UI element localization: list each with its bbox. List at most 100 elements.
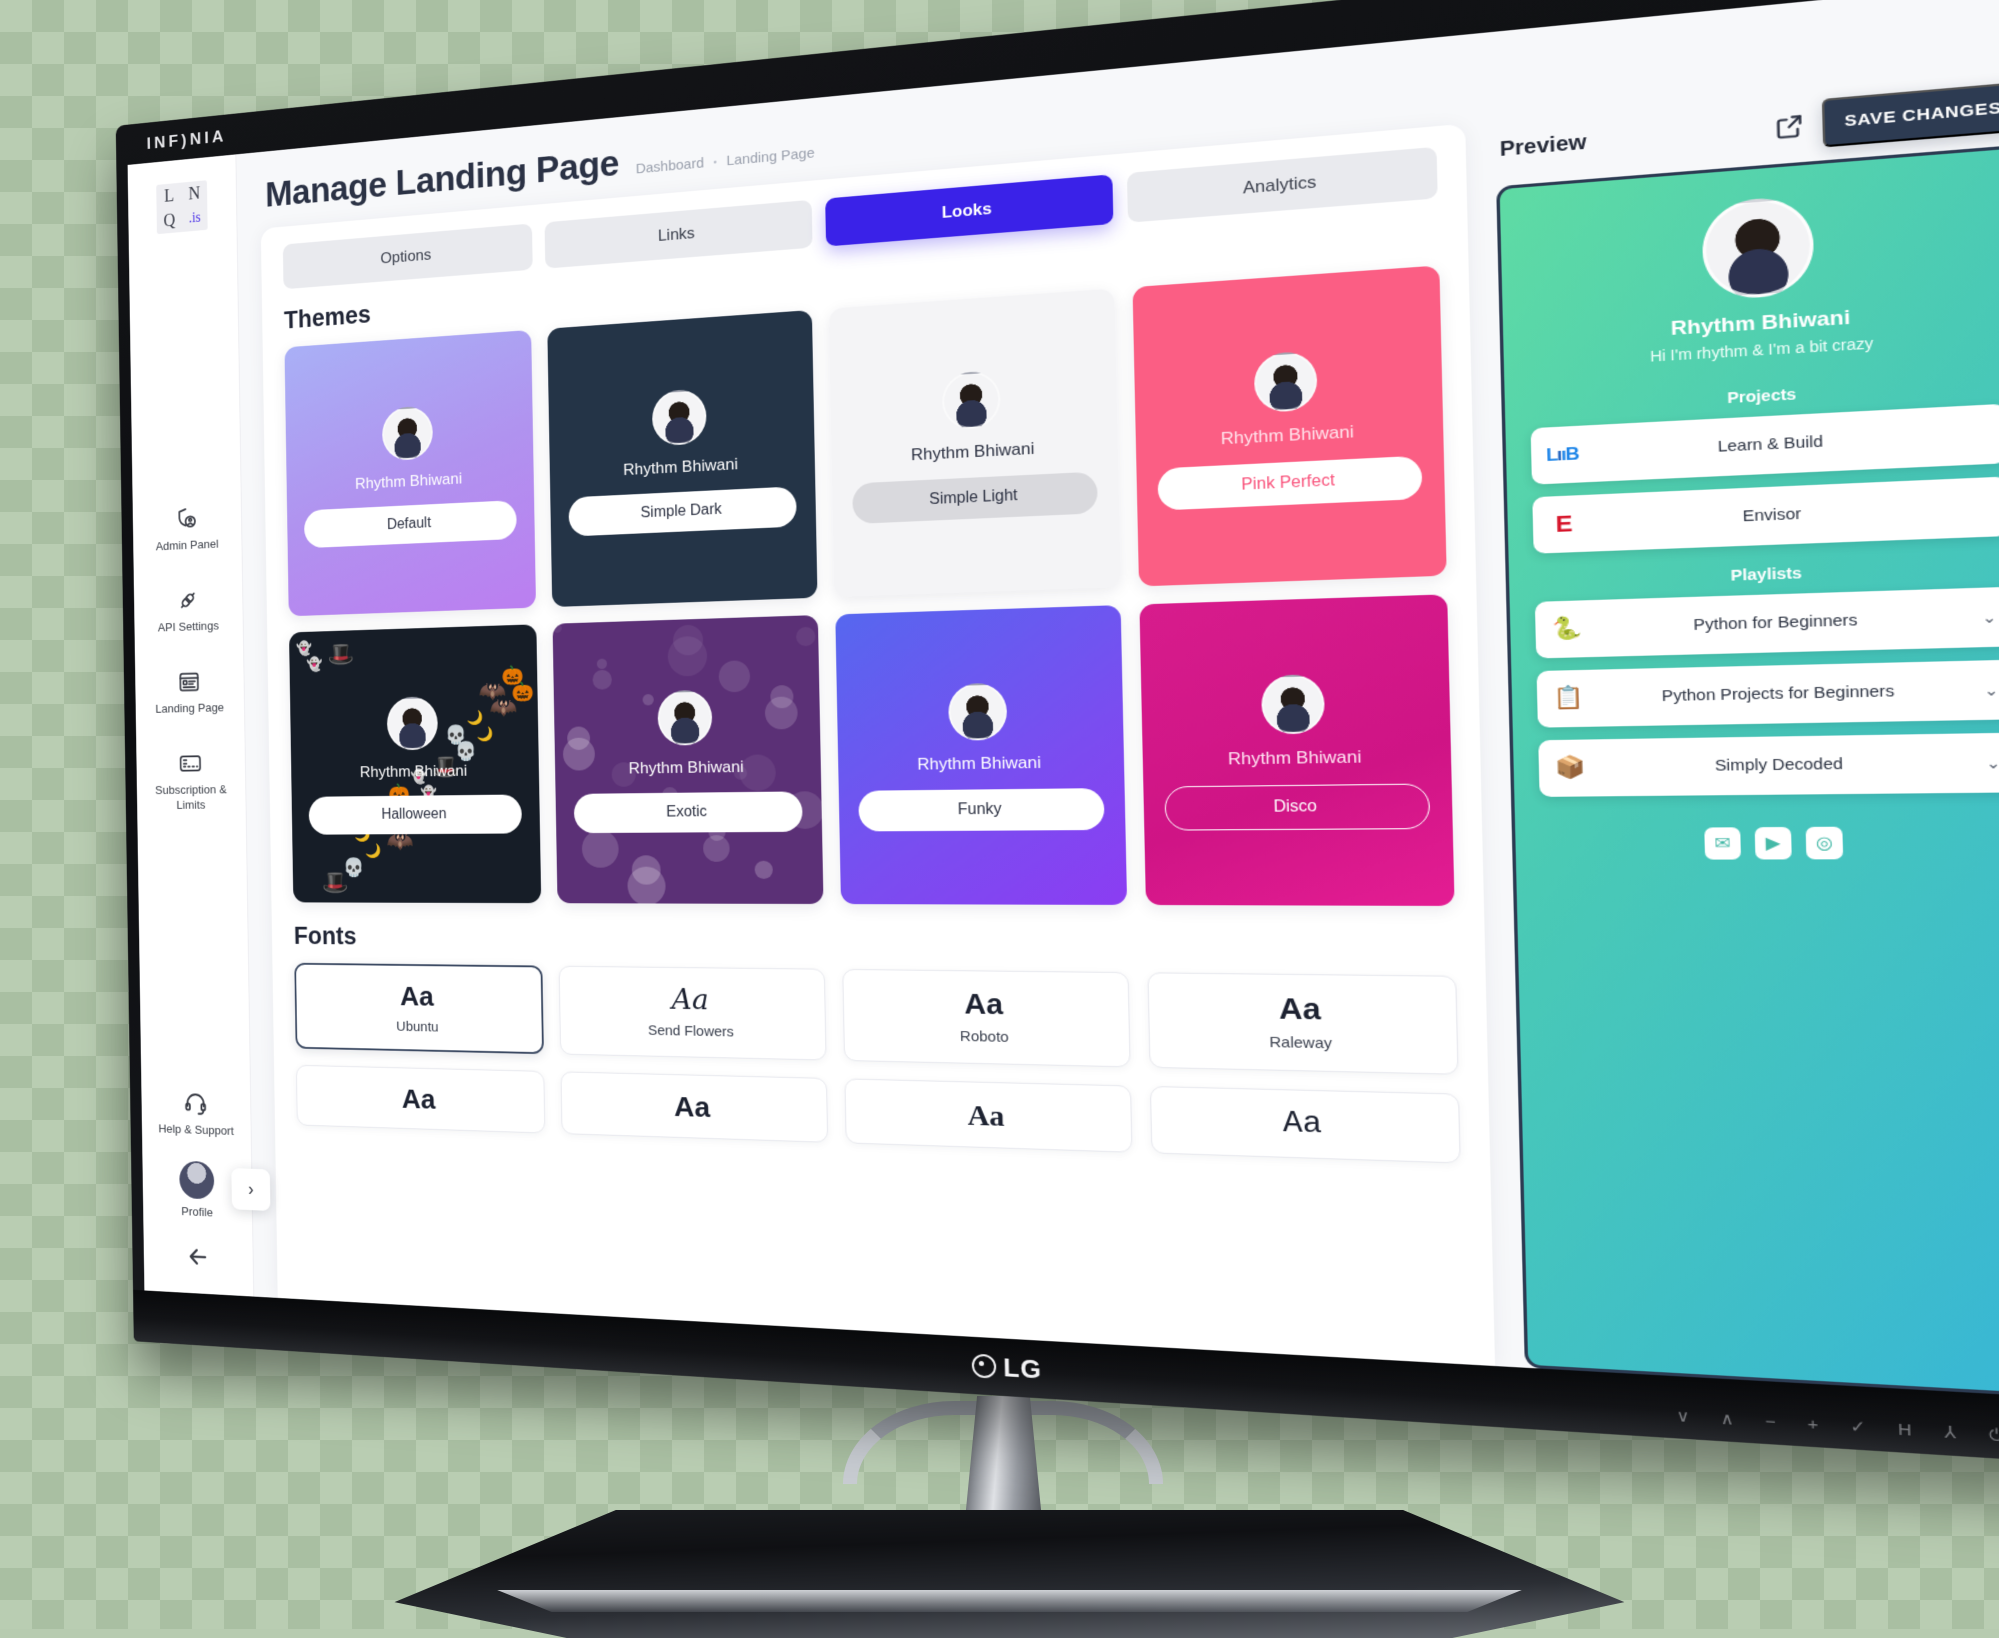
theme-name-button[interactable]: Funky: [858, 788, 1105, 831]
font-card-raleway[interactable]: AaRaleway: [1147, 972, 1458, 1074]
instagram-icon[interactable]: ◎: [1806, 827, 1844, 860]
theme-card-pattern: [1133, 265, 1447, 586]
clipboard-icon: 📋: [1551, 683, 1586, 715]
lg-brand-text: LG: [1003, 1352, 1042, 1385]
logo-letter-q: Q: [163, 210, 175, 231]
preview-avatar: [1701, 195, 1814, 301]
font-sample-glyph: Aa: [1160, 1105, 1450, 1146]
avatar-icon: [179, 1161, 214, 1200]
playlist-item[interactable]: 📦Simply Decoded⌄: [1538, 733, 1999, 797]
font-sample-glyph: Aa: [854, 1097, 1123, 1136]
python-logo-icon: 🐍: [1549, 613, 1584, 646]
tab-analytics[interactable]: Analytics: [1127, 147, 1438, 223]
font-card[interactable]: Aa: [844, 1078, 1132, 1153]
font-name-label: Ubuntu: [304, 1017, 535, 1037]
theme-card-simple-dark[interactable]: Rhythm BhiwaniSimple Dark: [547, 310, 817, 607]
plug-connect-icon: [175, 586, 200, 613]
monitor-button[interactable]: +: [1807, 1415, 1818, 1434]
playlist-item[interactable]: 🐍 Python for Beginners ⌄: [1535, 587, 1999, 659]
theme-card-profile-name: Rhythm Bhiwani: [629, 758, 744, 779]
chevron-down-icon[interactable]: ⌄: [1974, 608, 1997, 627]
font-card[interactable]: Aa: [296, 1064, 545, 1133]
monitor-control-buttons[interactable]: ∨ ∧ − + ✓ H ⅄ ⏻: [1676, 1406, 1999, 1449]
sidebar-item-help-support[interactable]: Help & Support: [158, 1089, 234, 1139]
theme-card-simple-light[interactable]: Rhythm BhiwaniSimple Light: [829, 288, 1120, 597]
main-content: Manage Landing Page Dashboard • Landing …: [236, 0, 1999, 1400]
playlist-label: Python for Beginners: [1595, 609, 1961, 637]
app-logo[interactable]: L N Q .is: [156, 180, 207, 234]
font-sample-glyph: Aa: [1157, 992, 1447, 1029]
font-card-roboto[interactable]: AaRoboto: [842, 969, 1130, 1067]
theme-name-button[interactable]: Exotic: [574, 791, 803, 833]
project-label: Envisor: [1593, 499, 1959, 531]
theme-card-profile-name: Rhythm Bhiwani: [1228, 747, 1362, 769]
youtube-icon[interactable]: ▶: [1755, 827, 1792, 860]
monitor-button[interactable]: −: [1765, 1412, 1776, 1431]
theme-name-button[interactable]: Disco: [1164, 783, 1430, 830]
theme-card-disco[interactable]: Rhythm Bhiwani Disco: [1139, 594, 1454, 906]
theme-card-funky[interactable]: Rhythm BhiwaniFunky: [835, 605, 1127, 905]
monitor-button[interactable]: ✓: [1850, 1417, 1866, 1438]
preview-column: Preview: [1465, 74, 1999, 1398]
lg-mark-icon: [972, 1354, 997, 1379]
sidebar-item-label: Help & Support: [158, 1122, 234, 1140]
sidebar-item-api-settings[interactable]: API Settings: [134, 585, 243, 637]
preview-projects-title: Projects: [1727, 387, 1796, 408]
font-card[interactable]: Aa: [1150, 1085, 1461, 1163]
font-card-ubuntu[interactable]: Aa Ubuntu: [294, 963, 544, 1054]
breadcrumb-dashboard[interactable]: Dashboard: [636, 155, 704, 177]
theme-card-pink-perfect[interactable]: Rhythm BhiwaniPink Perfect: [1133, 265, 1447, 586]
monitor-stand-base-shine: [464, 1590, 1554, 1612]
envisor-logo-icon: E: [1546, 508, 1581, 541]
preview-social-links: ✉ ▶ ◎: [1704, 827, 1843, 860]
theme-card-halloween[interactable]: 👻🎃🦇🌙💀🎩👻🎃🦇🌙💀🎩👻🎃🦇🌙💀🎩👻🎃🦇🌙Rhythm BhiwaniHall…: [289, 624, 541, 903]
logo-tld: .is: [189, 210, 201, 227]
preview-actions: SAVE CHANGES: [1773, 82, 1999, 152]
font-card[interactable]: Aa: [560, 1071, 828, 1143]
headset-icon: [183, 1090, 208, 1118]
monitor-button[interactable]: ⏻: [1989, 1425, 1999, 1445]
looks-panel: Options Links Looks Analytics Themes Rhy…: [261, 124, 1495, 1366]
sidebar-item-profile[interactable]: Profile: [179, 1161, 215, 1221]
monitor-button[interactable]: ⅄: [1944, 1422, 1956, 1443]
theme-name-button[interactable]: Pink Perfect: [1157, 456, 1422, 511]
project-item[interactable]: LııBLearn & Build: [1531, 404, 1999, 485]
sidebar-item-label: API Settings: [158, 619, 219, 636]
monitor-button[interactable]: ∧: [1720, 1409, 1734, 1429]
logo-letter-l: L: [164, 186, 174, 207]
font-card-send-flowers[interactable]: AaSend Flowers: [559, 966, 827, 1060]
theme-name-button[interactable]: Halloween: [308, 794, 522, 834]
tab-looks[interactable]: Looks: [825, 174, 1113, 246]
monitor-button[interactable]: H: [1898, 1420, 1912, 1440]
email-icon[interactable]: ✉: [1704, 827, 1741, 859]
breadcrumb-landing-page[interactable]: Landing Page: [726, 145, 815, 169]
theme-card-default[interactable]: Rhythm BhiwaniDefault: [284, 330, 536, 616]
sidebar-item-landing-page[interactable]: Landing Page: [135, 667, 244, 718]
preview-projects-list: LııBLearn & Build E Envisor: [1531, 404, 1999, 567]
sidebar-back-button[interactable]: [185, 1243, 210, 1271]
chevron-down-icon[interactable]: ⌄: [1978, 753, 1999, 772]
theme-card-exotic[interactable]: Rhythm Bhiwani Exotic: [553, 615, 824, 904]
theme-card-profile-name: Rhythm Bhiwani: [360, 762, 467, 782]
project-item[interactable]: E Envisor: [1532, 476, 1999, 553]
font-name-label: Send Flowers: [568, 1021, 818, 1042]
sidebar-item-admin-panel[interactable]: Admin Panel: [133, 503, 242, 556]
sidebar-item-subscription-limits[interactable]: Subscription & Limits: [136, 749, 245, 813]
playlist-item[interactable]: 📋Python Projects for Beginners⌄: [1537, 660, 1999, 728]
playlist-label: Simply Decoded: [1599, 754, 1966, 776]
chevron-down-icon[interactable]: ⌄: [1976, 680, 1999, 699]
theme-card-avatar: [1261, 674, 1325, 734]
monitor-mockup: INF)NIA L N Q .is: [0, 0, 1999, 1629]
theme-card-avatar: [1254, 351, 1318, 414]
sidebar-item-label: Admin Panel: [156, 537, 219, 555]
preview-label: Preview: [1500, 131, 1587, 162]
external-link-icon[interactable]: [1773, 111, 1805, 142]
monitor-button[interactable]: ∨: [1676, 1406, 1690, 1426]
save-changes-button[interactable]: SAVE CHANGES: [1822, 82, 1999, 148]
font-sample-glyph: Aa: [303, 981, 534, 1013]
sidebar-collapse-button[interactable]: ›: [231, 1168, 270, 1211]
fonts-grid: AaUbuntuAaSend FlowersAaRobotoAaRalewayA…: [294, 963, 1460, 1164]
lnb-logo-icon: LııB: [1545, 438, 1580, 471]
tab-options[interactable]: Options: [283, 223, 533, 289]
tab-links[interactable]: Links: [545, 200, 813, 269]
